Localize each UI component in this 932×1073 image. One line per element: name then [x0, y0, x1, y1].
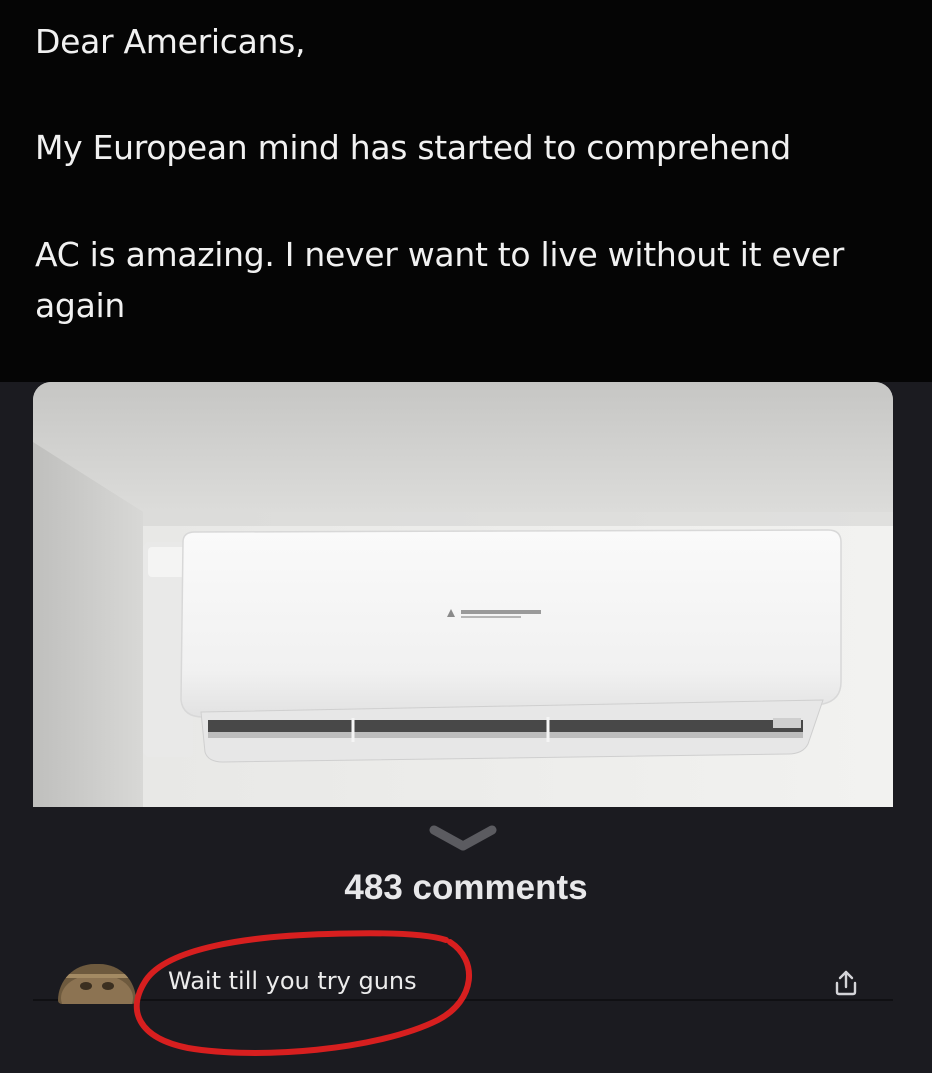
post-text-area: Dear Americans, My European mind has sta… — [0, 0, 932, 382]
post-photo[interactable] — [33, 382, 893, 807]
chevron-down-icon[interactable] — [428, 822, 498, 858]
post-line-mind: My European mind has started to comprehe… — [35, 128, 791, 167]
avatar[interactable] — [58, 964, 136, 1004]
avatar-image — [58, 964, 136, 1004]
comments-count[interactable]: 483 comments — [0, 868, 932, 908]
post-line-ac: AC is amazing. I never want to live with… — [35, 235, 845, 274]
comment-item[interactable]: Wait till you try guns — [33, 950, 893, 1010]
post-greeting: Dear Americans, — [35, 22, 306, 61]
post-line-again: again — [35, 286, 125, 325]
air-conditioner-image — [33, 382, 893, 807]
comment-text: Wait till you try guns — [168, 967, 417, 995]
share-icon[interactable] — [831, 968, 861, 998]
